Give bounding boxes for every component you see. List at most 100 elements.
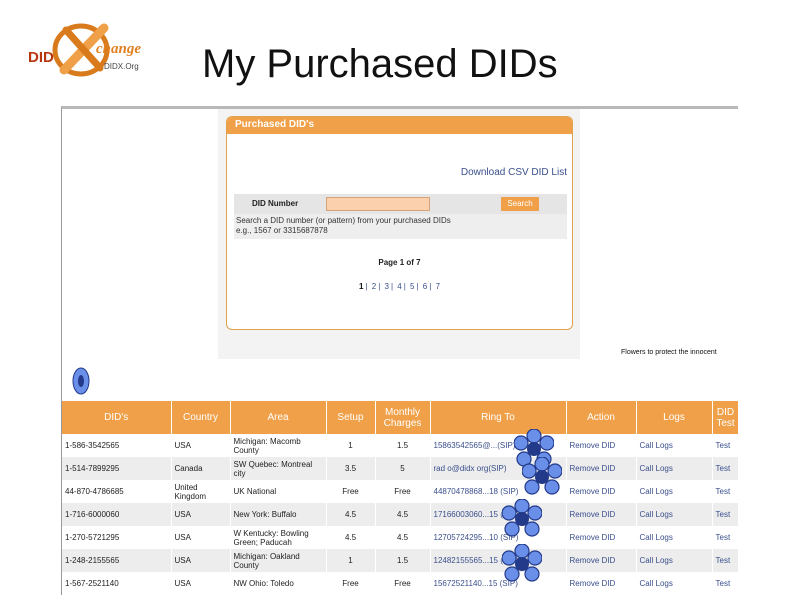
- remove-did-link[interactable]: Remove DID: [566, 457, 637, 480]
- test-link[interactable]: Test: [712, 434, 738, 457]
- search-hint: Search a DID number (or pattern) from yo…: [236, 216, 451, 236]
- cell-area: SW Quebec: Montreal city: [230, 457, 327, 480]
- cell-area: Michigan: Macomb County: [230, 434, 327, 457]
- table-row: 1-270-5721295 USA W Kentucky: Bowling Gr…: [62, 526, 738, 549]
- cell-setup: 1: [326, 549, 376, 572]
- call-logs-link[interactable]: Call Logs: [636, 457, 713, 480]
- page-link-2[interactable]: 2: [372, 282, 376, 291]
- page-link-6[interactable]: 6: [423, 282, 427, 291]
- cell-country: USA: [171, 434, 231, 457]
- table-header-row: DID's Country Area Setup Monthly Charges…: [62, 401, 738, 434]
- cell-ring-to[interactable]: 17166003060...15 (SIP): [430, 503, 567, 526]
- test-link[interactable]: Test: [712, 503, 738, 526]
- flower-icon: [522, 457, 562, 495]
- embedded-screenshot: Purchased DID's Download CSV DID List DI…: [61, 106, 738, 595]
- table-row: 44-870-4786685 United Kingdom UK Nationa…: [62, 480, 738, 503]
- flower-icon: [72, 367, 90, 395]
- table-row: 1-567-2521140 USA NW Ohio: Toledo Free F…: [62, 572, 738, 595]
- col-header-did-test: DID Test: [712, 401, 738, 434]
- cell-monthly: 1.5: [375, 434, 431, 457]
- table-row: 1-514-7899295 Canada SW Quebec: Montreal…: [62, 457, 738, 480]
- page-link-5[interactable]: 5: [410, 282, 414, 291]
- cell-did: 1-248-2155565: [62, 549, 172, 572]
- cell-monthly: 4.5: [375, 503, 431, 526]
- call-logs-link[interactable]: Call Logs: [636, 434, 713, 457]
- cell-setup: Free: [326, 480, 376, 503]
- test-link[interactable]: Test: [712, 457, 738, 480]
- cell-setup: Free: [326, 572, 376, 595]
- page-link-4[interactable]: 4: [397, 282, 401, 291]
- table-row: 1-248-2155565 USA Michigan: Oakland Coun…: [62, 549, 738, 572]
- col-header-logs: Logs: [636, 401, 713, 434]
- logo-sub-text: DIDX.Org: [104, 62, 139, 71]
- cell-did: 1-567-2521140: [62, 572, 172, 595]
- pagination: 1 | 2 | 3 | 4 | 5 | 6 | 7: [358, 282, 441, 291]
- remove-did-link[interactable]: Remove DID: [566, 572, 637, 595]
- remove-did-link[interactable]: Remove DID: [566, 480, 637, 503]
- search-hint-line: Search a DID number (or pattern) from yo…: [236, 216, 451, 225]
- didx-logo: DID change DIDX.Org: [28, 23, 141, 77]
- cell-monthly: 1.5: [375, 549, 431, 572]
- cell-setup: 4.5: [326, 526, 376, 549]
- cell-country: USA: [171, 526, 231, 549]
- page-info: Page 1 of 7: [378, 258, 421, 267]
- cell-setup: 1: [326, 434, 376, 457]
- cell-country: USA: [171, 503, 231, 526]
- remove-did-link[interactable]: Remove DID: [566, 526, 637, 549]
- test-link[interactable]: Test: [712, 526, 738, 549]
- col-header-country: Country: [171, 401, 231, 434]
- remove-did-link[interactable]: Remove DID: [566, 549, 637, 572]
- cell-monthly: 4.5: [375, 526, 431, 549]
- test-link[interactable]: Test: [712, 549, 738, 572]
- call-logs-link[interactable]: Call Logs: [636, 503, 713, 526]
- table-row: 1-586-3542565 USA Michigan: Macomb Count…: [62, 434, 738, 457]
- cell-area: NW Ohio: Toledo: [230, 572, 327, 595]
- call-logs-link[interactable]: Call Logs: [636, 480, 713, 503]
- cell-country: USA: [171, 572, 231, 595]
- page-link-1[interactable]: 1: [359, 282, 363, 291]
- col-header-area: Area: [230, 401, 327, 434]
- search-hint-example: e.g., 1567 or 3315687878: [236, 226, 328, 235]
- flowers-note: Flowers to protect the innocent: [621, 349, 717, 356]
- search-button[interactable]: Search: [501, 197, 539, 211]
- remove-did-link[interactable]: Remove DID: [566, 503, 637, 526]
- cell-monthly: 5: [375, 457, 431, 480]
- search-section: DID Number Search Search a DID number (o…: [234, 194, 567, 239]
- col-header-monthly: Monthly Charges: [375, 401, 431, 434]
- cell-area: UK National: [230, 480, 327, 503]
- cell-monthly: Free: [375, 572, 431, 595]
- cell-monthly: Free: [375, 480, 431, 503]
- did-number-label: DID Number: [252, 199, 299, 208]
- test-link[interactable]: Test: [712, 572, 738, 595]
- remove-did-link[interactable]: Remove DID: [566, 434, 637, 457]
- col-header-action: Action: [566, 401, 637, 434]
- purchased-dids-panel: Purchased DID's Download CSV DID List DI…: [226, 116, 573, 330]
- cell-setup: 3.5: [326, 457, 376, 480]
- call-logs-link[interactable]: Call Logs: [636, 572, 713, 595]
- logo-script-text: change: [96, 41, 141, 57]
- cell-ring-to[interactable]: 12705724295...10 (SIP): [430, 526, 567, 549]
- cell-ring-to[interactable]: 15672521140...15 (SIP): [430, 572, 567, 595]
- flower-icon: [502, 499, 542, 537]
- cell-setup: 4.5: [326, 503, 376, 526]
- logo-main-text: DID: [28, 49, 54, 66]
- download-csv-link[interactable]: Download CSV DID List: [461, 167, 567, 178]
- cell-did: 1-586-3542565: [62, 434, 172, 457]
- did-search-input[interactable]: [326, 197, 430, 211]
- cell-country: United Kingdom: [171, 480, 231, 503]
- call-logs-link[interactable]: Call Logs: [636, 549, 713, 572]
- flower-icon: [502, 544, 542, 582]
- purchased-dids-area: Purchased DID's Download CSV DID List DI…: [218, 109, 580, 359]
- cell-country: USA: [171, 549, 231, 572]
- cell-country: Canada: [171, 457, 231, 480]
- cell-did: 1-270-5721295: [62, 526, 172, 549]
- call-logs-link[interactable]: Call Logs: [636, 526, 713, 549]
- cell-area: New York: Buffalo: [230, 503, 327, 526]
- search-row: DID Number Search: [234, 194, 567, 214]
- page-link-3[interactable]: 3: [385, 282, 389, 291]
- page-link-7[interactable]: 7: [436, 282, 440, 291]
- cell-area: W Kentucky: Bowling Green; Paducah: [230, 526, 327, 549]
- cell-area: Michigan: Oakland County: [230, 549, 327, 572]
- test-link[interactable]: Test: [712, 480, 738, 503]
- cell-ring-to[interactable]: 12482155565...15 (SIP): [430, 549, 567, 572]
